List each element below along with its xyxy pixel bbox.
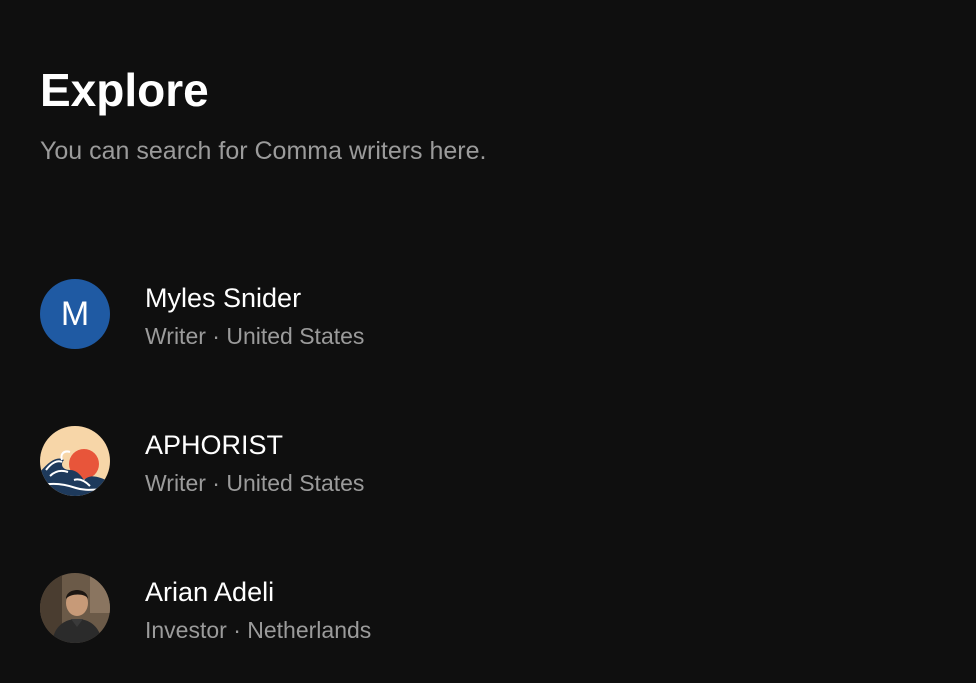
avatar[interactable] [40, 426, 110, 496]
writer-name[interactable]: Arian Adeli [145, 575, 274, 609]
writer-list-item[interactable]: APHORIST Writer · United States [40, 426, 640, 498]
writer-meta: Investor · Netherlands [145, 617, 372, 643]
page-subtitle: You can search for Comma writers here. [40, 137, 487, 165]
avatar[interactable] [40, 573, 110, 643]
great-wave-sun-icon [40, 426, 110, 496]
writer-name[interactable]: APHORIST [145, 428, 283, 462]
writer-list-item[interactable]: Arian Adeli Investor · Netherlands [40, 573, 640, 645]
writer-meta: Writer · United States [145, 470, 365, 496]
writer-list-item[interactable]: M Myles Snider Writer · United States [40, 279, 640, 351]
writer-meta: Writer · United States [145, 323, 365, 349]
page-title: Explore [40, 64, 209, 116]
writer-name[interactable]: Myles Snider [145, 281, 301, 315]
profile-photo-icon [40, 573, 110, 643]
explore-page: Explore You can search for Comma writers… [0, 0, 976, 683]
avatar-letter: M [60, 294, 90, 333]
avatar[interactable]: M [40, 279, 110, 349]
